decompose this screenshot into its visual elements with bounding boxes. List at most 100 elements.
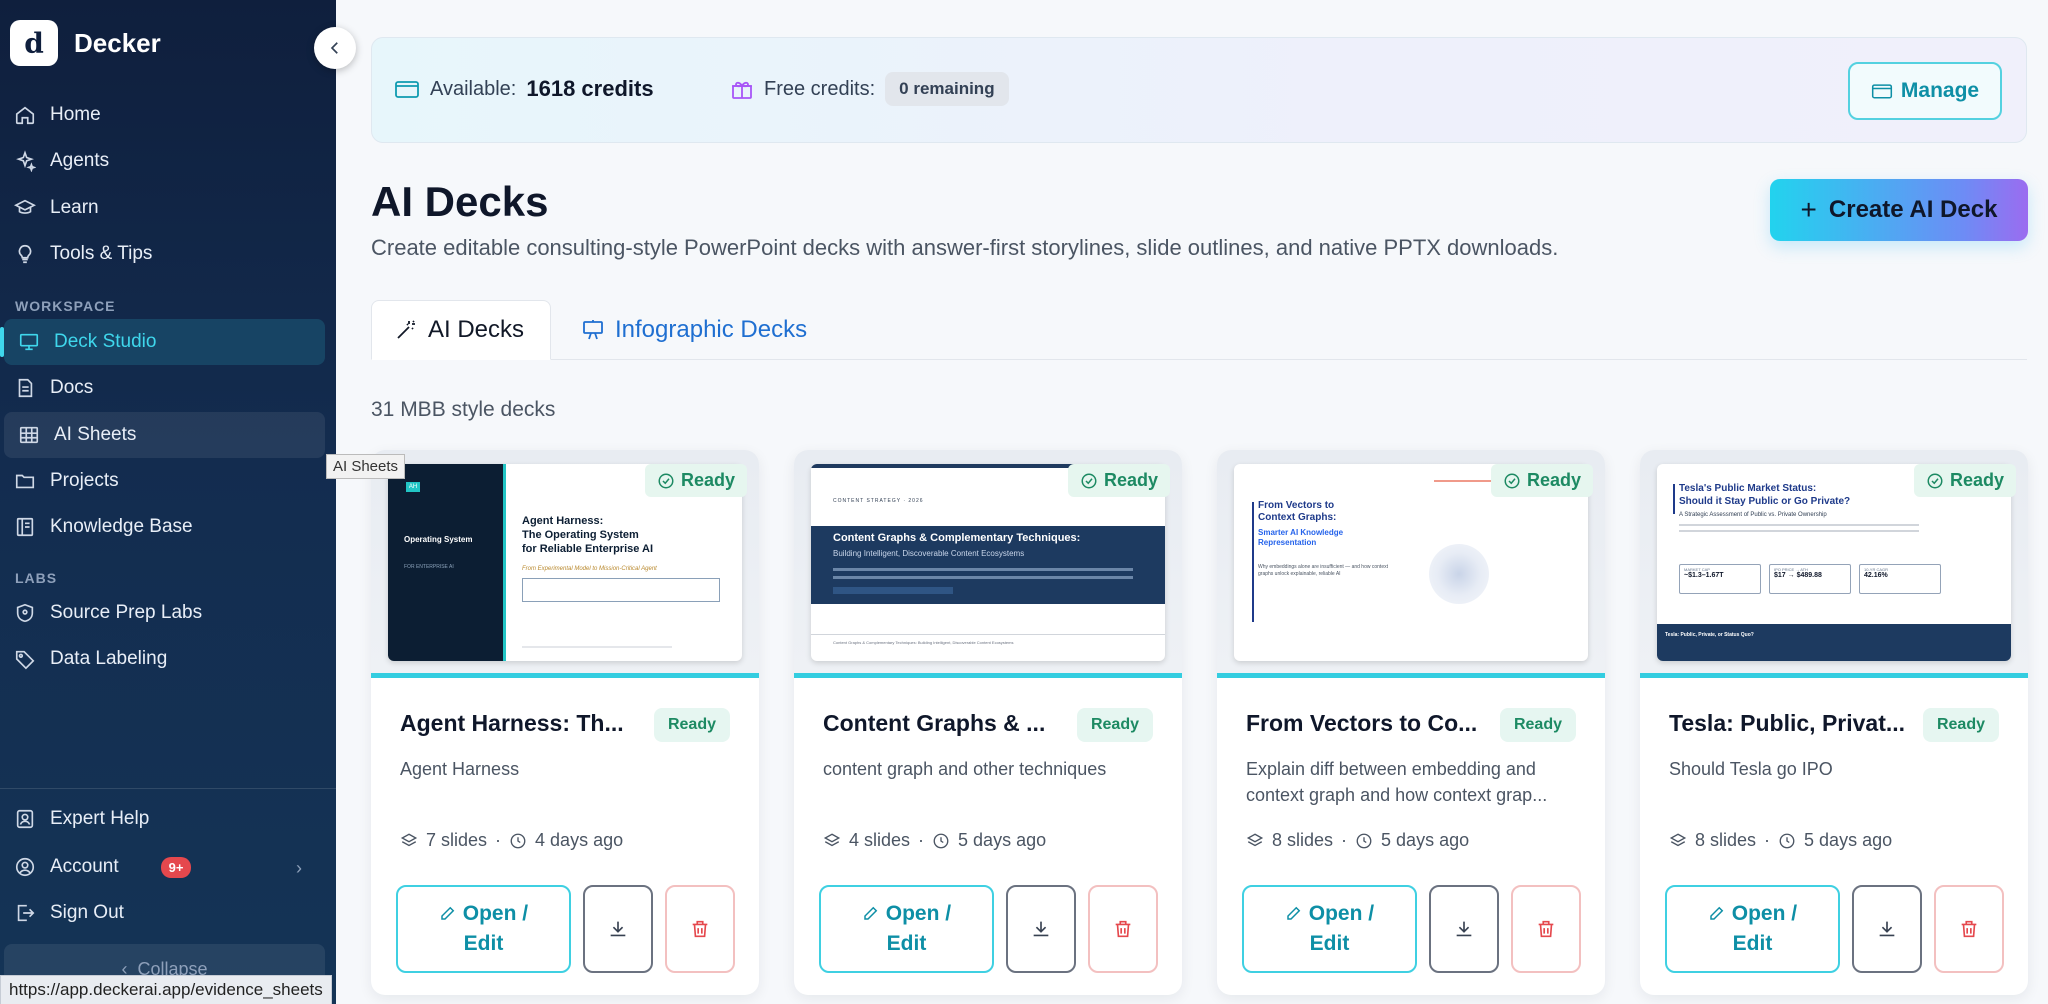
deck-thumbnail[interactable]: From Vectors to Context Graphs: Smarter … [1217, 450, 1605, 678]
download-button[interactable] [583, 885, 653, 973]
nav-label: Learn [50, 197, 99, 218]
deck-meta: 4 slides · 5 days ago [823, 830, 1046, 851]
deck-card[interactable]: CONTENT STRATEGY · 2026 Content Graphs &… [794, 450, 1182, 995]
trash-icon [1538, 920, 1554, 938]
nav-label: Home [50, 104, 101, 125]
delete-button[interactable] [1088, 885, 1158, 973]
deck-title[interactable]: Agent Harness: Th... [400, 710, 650, 737]
open-edit-button[interactable]: Open / Edit [1665, 885, 1840, 973]
status-badge: Ready [1499, 708, 1576, 742]
section-label-workspace: WORKSPACE [15, 298, 116, 314]
trash-icon [1961, 920, 1977, 938]
nav-agents[interactable]: Agents [0, 138, 326, 184]
deck-card[interactable]: Tesla's Public Market Status: Should it … [1640, 450, 2028, 995]
nav-sign-out[interactable]: Sign Out [0, 890, 326, 936]
tab-infographic-decks[interactable]: Infographic Decks [571, 300, 807, 360]
available-label: Available: [430, 77, 517, 100]
open-label: Open / [885, 902, 952, 925]
manage-credits-button[interactable]: Manage [1848, 62, 2002, 120]
clock-icon [510, 833, 526, 848]
check-circle-icon [658, 473, 674, 488]
stat-value: $17 → $489.88 [1774, 572, 1822, 579]
person-badge-icon [16, 809, 34, 829]
brand[interactable]: d Decker [10, 20, 161, 66]
nav-expert-help[interactable]: Expert Help [0, 796, 326, 842]
nav-label: Account [50, 856, 119, 877]
deck-meta: 7 slides · 4 days ago [400, 830, 623, 851]
delete-button[interactable] [1511, 885, 1581, 973]
edit-icon [441, 906, 455, 920]
delete-button[interactable] [1934, 885, 2004, 973]
tag-icon [15, 650, 35, 670]
meta-separator: · [918, 830, 925, 850]
tab-ai-decks[interactable]: AI Decks [371, 300, 551, 360]
create-ai-deck-button[interactable]: + Create AI Deck [1770, 179, 2028, 241]
tooltip: AI Sheets [326, 454, 406, 479]
slide-tag: AH [406, 482, 420, 492]
slide-count: 7 slides [426, 830, 488, 850]
app-name: Decker [74, 27, 161, 58]
nav-label: Agents [50, 150, 110, 171]
layers-icon [1246, 832, 1264, 846]
status-badge: Ready [1076, 708, 1153, 742]
sidebar-toggle-button[interactable] [314, 27, 356, 69]
deck-title[interactable]: From Vectors to Co... [1246, 710, 1496, 737]
nav-ai-sheets[interactable]: AI Sheets [4, 412, 325, 458]
nav-label: Deck Studio [54, 331, 157, 352]
open-label: Open / [1308, 902, 1375, 925]
download-button[interactable] [1852, 885, 1922, 973]
nav-source-prep-labs[interactable]: Source Prep Labs [0, 590, 326, 636]
deck-tabs: AI Decks Infographic Decks [371, 300, 2027, 360]
tab-label: AI Decks [428, 316, 525, 343]
download-button[interactable] [1006, 885, 1076, 973]
home-icon [15, 106, 35, 125]
nav-projects[interactable]: Projects [0, 458, 326, 504]
deck-meta: 8 slides · 5 days ago [1669, 830, 1892, 851]
nav-data-labeling[interactable]: Data Labeling [0, 636, 326, 682]
edit-label: Edit [463, 932, 504, 955]
deck-card[interactable]: From Vectors to Context Graphs: Smarter … [1217, 450, 1605, 995]
nav-deck-studio[interactable]: Deck Studio [0, 319, 325, 365]
nav-account[interactable]: Account 9+ › [0, 844, 326, 890]
create-label: Create AI Deck [1828, 196, 1998, 223]
deck-title[interactable]: Content Graphs & ... [823, 710, 1073, 737]
ready-status-chip: Ready [1490, 464, 1593, 497]
nav-tools-tips[interactable]: Tools & Tips [0, 231, 326, 277]
nav-docs[interactable]: Docs [0, 365, 326, 411]
layers-icon [1669, 832, 1687, 846]
download-icon [1879, 921, 1895, 937]
open-edit-button[interactable]: Open / Edit [396, 885, 571, 973]
sparkles-icon [16, 150, 36, 172]
nav-home[interactable]: Home [0, 92, 326, 138]
chevron-left-icon [330, 42, 338, 54]
deck-thumbnail[interactable]: AH Operating System FOR ENTERPRISE AI Ag… [371, 450, 759, 678]
deck-title[interactable]: Tesla: Public, Privat... [1669, 710, 1919, 737]
deck-thumbnail[interactable]: CONTENT STRATEGY · 2026 Content Graphs &… [794, 450, 1182, 678]
ready-label: Ready [1949, 470, 2004, 490]
chevron-right-icon: › [296, 858, 302, 878]
edit-label: Edit [886, 932, 927, 955]
gift-icon [732, 81, 752, 99]
notification-badge: 9+ [160, 856, 192, 878]
free-credits: Free credits: 0 remaining [730, 72, 1009, 106]
manage-label: Manage [1900, 79, 1980, 102]
app-logo: d [10, 20, 58, 66]
nav-learn[interactable]: Learn [0, 185, 326, 231]
trash-icon [1115, 920, 1131, 938]
ready-status-chip: Ready [644, 464, 747, 497]
deck-card[interactable]: AH Operating System FOR ENTERPRISE AI Ag… [371, 450, 759, 995]
open-edit-button[interactable]: Open / Edit [819, 885, 994, 973]
nav-knowledge-base[interactable]: Knowledge Base [0, 504, 326, 550]
credits-bar: Available: 1618 credits Free credits: 0 … [371, 37, 2027, 143]
slide-footer: Content Graphs & Complementary Technique… [833, 640, 1014, 645]
download-button[interactable] [1429, 885, 1499, 973]
download-icon [610, 921, 626, 937]
sidebar-divider [0, 788, 336, 789]
open-edit-button[interactable]: Open / Edit [1242, 885, 1417, 973]
deck-age: 5 days ago [1381, 830, 1470, 850]
slide-side-title: Operating System [404, 535, 473, 544]
delete-button[interactable] [665, 885, 735, 973]
deck-thumbnail[interactable]: Tesla's Public Market Status: Should it … [1640, 450, 2028, 678]
plus-icon: + [1800, 194, 1817, 225]
nav-label: Sign Out [50, 902, 124, 923]
